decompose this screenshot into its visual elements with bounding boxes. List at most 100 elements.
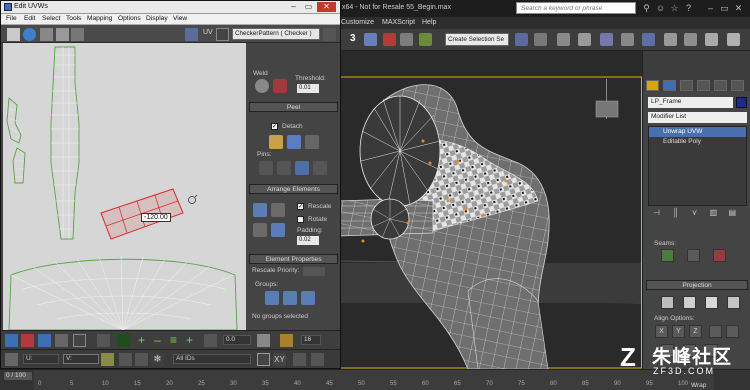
- weld-selected-icon[interactable]: [255, 79, 269, 93]
- threshold-spinner[interactable]: 0.01: [297, 84, 319, 93]
- material-editor-icon[interactable]: [642, 33, 655, 46]
- menu-display[interactable]: Display: [146, 15, 168, 22]
- menu-maxscript[interactable]: MAXScript: [382, 19, 415, 26]
- star-icon[interactable]: ☆: [669, 3, 680, 14]
- edit-named-selection-icon[interactable]: [419, 33, 432, 46]
- xy-view-button[interactable]: XY: [273, 353, 286, 366]
- modify-tab-icon[interactable]: [663, 80, 676, 91]
- align-icon[interactable]: [534, 33, 547, 46]
- loop-grow-icon[interactable]: ≡: [167, 334, 180, 347]
- menu-edit[interactable]: Edit: [24, 15, 35, 22]
- element-mode-icon[interactable]: [55, 334, 68, 347]
- align-z-button[interactable]: Z: [689, 325, 702, 338]
- angle-snap-icon[interactable]: [364, 33, 377, 46]
- align-x-button[interactable]: X: [655, 325, 668, 338]
- stack-item-unwrap[interactable]: Unwrap UVW: [649, 127, 746, 137]
- hierarchy-tab-icon[interactable]: [680, 80, 693, 91]
- arrange-rollup-header[interactable]: Arrange Elements: [249, 184, 338, 194]
- perspective-viewport[interactable]: [338, 51, 642, 369]
- show-end-result-icon[interactable]: ║: [670, 208, 681, 218]
- display-tab-icon[interactable]: [714, 80, 727, 91]
- object-color-swatch[interactable]: [736, 97, 747, 108]
- peel-mode-icon[interactable]: [287, 135, 301, 149]
- menu-view[interactable]: View: [173, 15, 187, 22]
- move-icon[interactable]: [7, 28, 20, 41]
- align-y-button[interactable]: Y: [672, 325, 685, 338]
- detach-checkbox[interactable]: ✓: [271, 123, 278, 130]
- edge-mode-icon[interactable]: [21, 334, 34, 347]
- hide-icon[interactable]: [119, 353, 132, 366]
- search-input[interactable]: Search a keyword or phrase: [516, 2, 636, 14]
- spinner-snap-icon[interactable]: [400, 33, 413, 46]
- menu-select[interactable]: Select: [42, 15, 60, 22]
- ring-grow-icon[interactable]: +: [135, 334, 148, 347]
- pin-icon[interactable]: [277, 161, 291, 175]
- material-ids-dropdown[interactable]: All IDs: [173, 354, 251, 364]
- loop-shrink-icon[interactable]: +: [183, 334, 196, 347]
- pack-rescale-icon[interactable]: [271, 223, 285, 237]
- auto-pin-icon[interactable]: [313, 161, 327, 175]
- mirror-icon[interactable]: [515, 33, 528, 46]
- projection-rollup-header[interactable]: Projection: [646, 280, 748, 290]
- soft-selection-icon[interactable]: [204, 334, 217, 347]
- layer-manager-icon[interactable]: [557, 33, 570, 46]
- binoculars-icon[interactable]: ⚲: [641, 3, 652, 14]
- snap-toggle-button[interactable]: 3: [350, 33, 356, 44]
- motion-tab-icon[interactable]: [697, 80, 710, 91]
- select-group-icon[interactable]: [301, 291, 315, 305]
- spherical-map-icon[interactable]: [705, 296, 718, 309]
- schematic-view-icon[interactable]: [621, 33, 634, 46]
- edit-seams-icon[interactable]: [687, 249, 700, 262]
- maximize-icon[interactable]: ▭: [719, 3, 730, 14]
- people-icon[interactable]: ☺: [655, 3, 666, 14]
- unpin-icon[interactable]: [295, 161, 309, 175]
- stack-item-editable-poly[interactable]: Editable Poly: [649, 137, 746, 147]
- u-coordinate-field[interactable]: U:: [23, 354, 59, 364]
- pack-together-icon[interactable]: [253, 223, 267, 237]
- point-to-point-seam-icon[interactable]: [661, 249, 674, 262]
- weld-target-icon[interactable]: [273, 79, 287, 93]
- ungroup-selected-icon[interactable]: [283, 291, 297, 305]
- best-align-icon[interactable]: [709, 325, 722, 338]
- minimize-icon[interactable]: –: [287, 2, 300, 12]
- zoom-extents-icon[interactable]: [293, 353, 306, 366]
- dropdown-chevron-icon[interactable]: [323, 28, 336, 41]
- rotate-checkbox[interactable]: [297, 216, 304, 223]
- edge-distance-icon[interactable]: [280, 334, 293, 347]
- cylindrical-map-icon[interactable]: [683, 296, 696, 309]
- create-tab-icon[interactable]: [646, 80, 659, 91]
- mirror-icon[interactable]: [71, 28, 84, 41]
- menu-mapping[interactable]: Mapping: [87, 15, 112, 22]
- lock-selection-icon[interactable]: [101, 353, 114, 366]
- peel-rollup-header[interactable]: Peel: [249, 102, 338, 112]
- close-icon[interactable]: ✕: [733, 3, 744, 14]
- modifier-list-dropdown[interactable]: Modifier List: [648, 112, 747, 123]
- reset-peel-icon[interactable]: [305, 135, 319, 149]
- freeform-icon[interactable]: [56, 28, 69, 41]
- box-map-icon[interactable]: [727, 296, 740, 309]
- close-icon[interactable]: ✕: [317, 2, 336, 12]
- render-production-icon[interactable]: [705, 33, 718, 46]
- grow-icon[interactable]: [73, 334, 86, 347]
- rendered-frame-icon[interactable]: [684, 33, 697, 46]
- polygon-mode-icon[interactable]: [38, 334, 51, 347]
- rescale-checkbox[interactable]: ✓: [297, 203, 304, 210]
- selection-set-dropdown[interactable]: Create Selection Se: [445, 33, 509, 46]
- menu-help[interactable]: Help: [422, 19, 436, 26]
- minimize-icon[interactable]: –: [705, 3, 716, 14]
- options-icon[interactable]: [216, 28, 229, 41]
- render-setup-icon[interactable]: [664, 33, 677, 46]
- element-properties-header[interactable]: Element Properties: [249, 254, 338, 264]
- uv-editor-canvas[interactable]: -120.00: [3, 43, 246, 330]
- planar-map-icon[interactable]: [661, 296, 674, 309]
- pack-normalize-icon[interactable]: [271, 203, 285, 217]
- snowflake-icon[interactable]: ❄: [151, 353, 164, 366]
- scale-icon[interactable]: [40, 28, 53, 41]
- quick-peel-icon[interactable]: [269, 135, 283, 149]
- edge-sel-to-seams-icon[interactable]: [713, 249, 726, 262]
- rescale-priority-spinner[interactable]: [303, 267, 325, 276]
- absolute-mode-icon[interactable]: [5, 353, 18, 366]
- falloff-type-icon[interactable]: [257, 334, 270, 347]
- scene-explorer-icon[interactable]: [578, 33, 591, 46]
- maximize-icon[interactable]: ▭: [302, 2, 315, 12]
